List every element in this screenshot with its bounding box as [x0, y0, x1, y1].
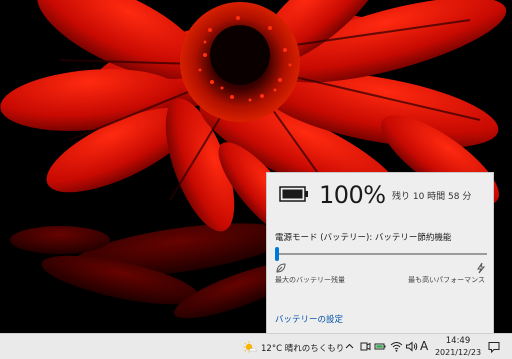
battery-flyout: 100% 残り 10 時間 58 分 電源モード (バッテリー): バッテリー節…	[266, 172, 494, 333]
battery-tray-icon[interactable]	[374, 340, 387, 353]
battery-time-remaining: 残り 10 時間 58 分	[392, 192, 472, 202]
taskbar-clock[interactable]: 14:49 2021/12/23	[434, 336, 482, 358]
taskbar: 12°C 晴れのちくもり A 14:49 2021/12/23	[0, 333, 512, 359]
meet-now-icon[interactable]	[359, 340, 372, 353]
power-mode-label: 電源モード (バッテリー): バッテリー節約機能	[275, 233, 452, 243]
weather-sun-icon[interactable]	[243, 340, 257, 354]
clock-time: 14:49	[445, 336, 471, 346]
lightning-icon	[477, 262, 486, 274]
chevron-up-icon[interactable]	[343, 340, 356, 353]
battery-percent: 100%	[319, 181, 386, 209]
volume-icon[interactable]	[405, 340, 418, 353]
ime-indicator[interactable]: A	[420, 339, 428, 353]
power-mode-slider[interactable]	[275, 247, 487, 263]
clock-date: 2021/12/23	[434, 348, 482, 357]
battery-icon	[279, 186, 308, 202]
leaf-icon	[276, 263, 286, 273]
battery-settings-link[interactable]: バッテリーの設定	[275, 313, 343, 325]
slider-track[interactable]	[275, 253, 487, 255]
wifi-icon[interactable]	[390, 340, 403, 353]
slider-label-best-performance: 最も高いパフォーマンス	[408, 276, 485, 284]
slider-label-battery-saver: 最大のバッテリー残量	[275, 276, 345, 284]
slider-thumb[interactable]	[275, 247, 279, 261]
weather-widget[interactable]: 12°C 晴れのちくもり	[261, 342, 344, 354]
notification-icon[interactable]	[487, 340, 501, 354]
